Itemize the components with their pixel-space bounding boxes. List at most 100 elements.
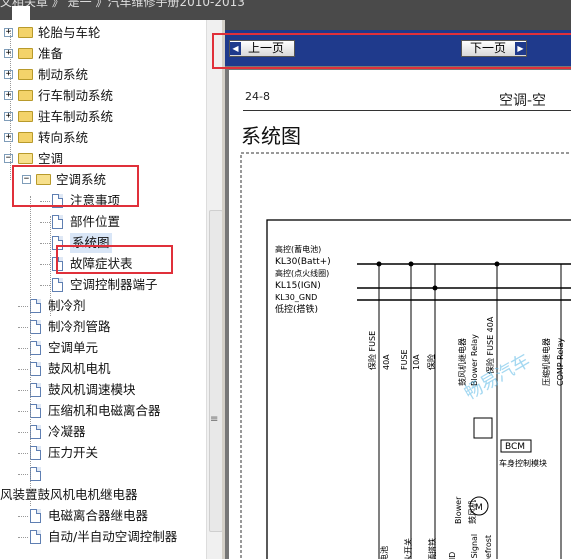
diagram-label: Blower [454, 496, 463, 524]
expand-icon[interactable]: + [4, 112, 13, 121]
tree-item-label: 自动/半自动空调控制器 [48, 529, 178, 544]
tree-item[interactable]: 电磁离合器继电器 [0, 506, 206, 526]
expand-icon[interactable]: + [4, 49, 13, 58]
diagram-label: 保险 [426, 354, 436, 370]
wiring-diagram: 高控(蓄电池) KL30(Batt+)高控(点火线圈) KL15(IGN) KL30_… [240, 152, 571, 559]
tree-item-label: 空调控制器端子 [70, 277, 158, 292]
tree-item-label: 电磁离合器继电器 [48, 508, 149, 523]
diagram-label: r Defrost [484, 535, 493, 559]
tree-item-label: 制动系统 [38, 67, 89, 82]
power-line-label: 低控(搭铁) [275, 303, 318, 315]
diagram-label: 鼓风机继电器 [457, 338, 467, 386]
tree-connector [30, 196, 31, 506]
collapse-icon[interactable]: − [4, 154, 13, 163]
folder-icon [18, 69, 33, 80]
junction-dot [408, 261, 414, 267]
tree-item[interactable]: + 行车制动系统 [0, 86, 206, 106]
power-line-label: 高控(点火线圈) [275, 268, 329, 278]
diagram-label: 压缩机继电器 [541, 338, 551, 386]
bcm-cn-label: 车身控制模块 [499, 458, 547, 468]
manual-page: 24-8 空调-空 系统图 高控(蓄电池) KL30(Batt+) 高控(点火线圈)… [229, 70, 571, 559]
folder-open-icon [18, 153, 33, 164]
tree-item[interactable]: +悬架 [0, 20, 206, 22]
item-highlight-box [56, 245, 173, 274]
bcm-label: BCM [505, 442, 525, 452]
folder-icon [18, 132, 33, 143]
tree-item[interactable]: + 驻车制动系统 [0, 107, 206, 127]
expand-icon[interactable]: + [4, 133, 13, 142]
diagram-label: FUSE [400, 349, 409, 370]
expand-icon[interactable]: + [4, 91, 13, 100]
document-icon [30, 425, 41, 439]
diagram-label: 蓄电池 [379, 546, 389, 559]
document-icon [30, 383, 41, 397]
diagram-label: 10A [412, 354, 421, 370]
document-icon [30, 362, 41, 376]
tree-connector [18, 516, 28, 517]
document-icon [52, 215, 63, 229]
diagram-label: GND [448, 552, 457, 559]
tree-connector [18, 348, 28, 349]
diagram-label: 保险 FUSE 40A [485, 316, 495, 374]
tree-connector [18, 306, 28, 307]
tree-scrollbar[interactable] [206, 20, 223, 559]
tree-item-label: 轮胎与车轮 [38, 25, 101, 40]
power-line-label: KL30_GND [275, 293, 317, 302]
document-pane: ◀ 上一页 下一页 ▶ 24-8 空调-空 系统图 高控(蓄电池) KL30(Ba… [225, 30, 571, 559]
document-icon [30, 341, 41, 355]
tree-connector [18, 411, 28, 412]
window-title: 文相关章 》 是一 》汽车维修手册2010-2013 [0, 0, 245, 9]
tree-item-label: 驻车制动系统 [38, 109, 114, 124]
tree-item[interactable]: + 轮胎与车轮 [0, 23, 206, 43]
diagram-label: 点火开关 [403, 538, 413, 559]
tree-connector [18, 390, 28, 391]
tree-connector [18, 474, 28, 475]
tree-item-label: 空调单元 [48, 340, 99, 355]
tree-item-label: 鼓风机调速模块 [48, 382, 136, 397]
folder-icon [18, 27, 33, 38]
folder-icon [18, 111, 33, 122]
tree-connector [10, 30, 11, 180]
tree-item[interactable]: 自动/半自动空调控制器 [0, 527, 206, 547]
document-icon [30, 509, 41, 523]
toc-tree[interactable]: +悬架+轮胎与车轮+准备+制动系统+行车制动系统+驻车制动系统+转向系统−空调−… [0, 20, 206, 559]
document-icon [30, 446, 41, 460]
document-icon [30, 530, 41, 544]
power-line-label: 高控(蓄电池) [275, 244, 321, 254]
tree-item[interactable]: + 转向系统 [0, 128, 206, 148]
document-icon [30, 299, 41, 313]
tree-connector [40, 264, 50, 265]
tree-item-label: 压力开关 [48, 445, 99, 460]
relay-box [473, 417, 493, 439]
tree-connector [40, 285, 50, 286]
diagram-label: COMP Relay [556, 338, 565, 386]
tree-item-label: 鼓风机电机 [48, 361, 111, 376]
tree-item-label: 行车制动系统 [38, 88, 114, 103]
document-icon [30, 467, 41, 481]
tree-connector [18, 432, 28, 433]
expand-icon[interactable]: + [4, 70, 13, 79]
tree-connector [40, 222, 50, 223]
tree-item-label: 压缩机和电磁离合器 [48, 403, 161, 418]
junction-dot [432, 285, 438, 291]
folder-icon [18, 48, 33, 59]
expand-icon[interactable]: + [4, 28, 13, 37]
document-icon [30, 404, 41, 418]
tree-item-label: 悬架 [38, 20, 63, 22]
nav-highlight-box [212, 33, 571, 69]
tree-item-label: 准备 [38, 46, 64, 61]
tree-item-label: 制冷剂管路 [48, 319, 111, 334]
diagram-label: 保险 FUSE [367, 331, 377, 370]
scrollbar-thumb[interactable] [209, 210, 223, 532]
diagram-label: ck Signal [470, 534, 479, 559]
folder-highlight-box [12, 165, 139, 207]
document-icon [52, 278, 63, 292]
power-line-label: KL30(Batt+) [275, 257, 331, 267]
power-line-label: KL15(IGN) [275, 281, 321, 291]
tree-item[interactable]: + 制动系统 [0, 65, 206, 85]
splitter-grip-icon: ≡ [210, 414, 219, 425]
tree-item-label: 部件位置 [70, 214, 121, 229]
junction-dot [494, 261, 500, 267]
tree-connector [18, 537, 28, 538]
tree-item[interactable]: + 准备 [0, 44, 206, 64]
